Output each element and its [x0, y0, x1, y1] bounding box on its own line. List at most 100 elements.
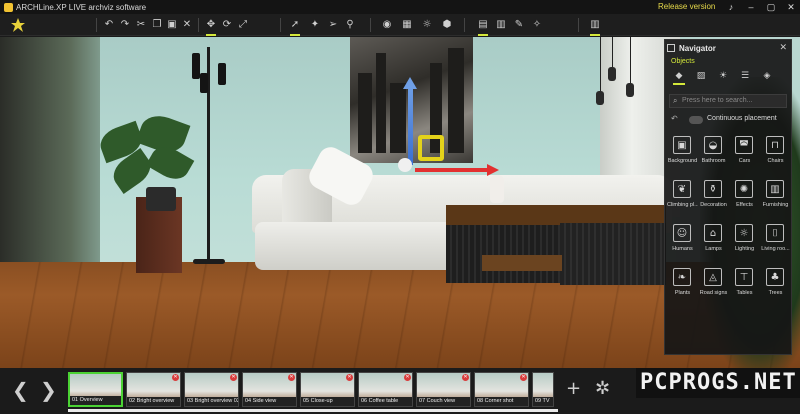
cube-icon[interactable]: ◆	[673, 70, 685, 85]
pin-icon[interactable]: ⚲	[343, 17, 357, 33]
gizmo-y-axis[interactable]	[408, 85, 413, 165]
category-cars[interactable]: ◚ Cars	[729, 132, 760, 176]
category-tables[interactable]: ⊤ Tables	[729, 264, 760, 308]
gizmo-x-arrow[interactable]	[487, 164, 499, 176]
category-label: Effects	[736, 202, 753, 208]
view-thumbnail[interactable]: ✕ 06 Coffee table	[358, 372, 413, 407]
category-lamps[interactable]: ⌂ Lamps	[698, 220, 729, 264]
material-icon[interactable]: ⬢	[440, 17, 454, 33]
category-road-signs[interactable]: ◬ Road signs	[698, 264, 729, 308]
bulb-icon[interactable]: ☀	[717, 70, 729, 82]
delete-view-icon[interactable]: ✕	[520, 374, 527, 381]
view-label: 08 Corner shot	[475, 397, 528, 406]
walk-icon[interactable]: ✦	[308, 17, 322, 33]
rotate-icon[interactable]: ⟳	[220, 17, 234, 33]
delete-view-icon[interactable]: ✕	[288, 374, 295, 381]
gizmo-center[interactable]	[398, 158, 412, 172]
lamp-icon: ⌂	[704, 224, 722, 242]
close-icon[interactable]: ✕	[782, 0, 800, 14]
view-label: 06 Coffee table	[359, 397, 412, 406]
undo-icon[interactable]: ↶	[102, 17, 116, 33]
copy-icon[interactable]: ❐	[150, 17, 164, 33]
search-placeholder: Press here to search...	[682, 97, 753, 104]
delete-icon[interactable]: ✕	[180, 17, 194, 33]
view-label: 03 Bright overview 02	[185, 397, 238, 406]
render-icon[interactable]: ▦	[400, 17, 414, 33]
continuous-placement-label: Continuous placement	[707, 115, 777, 122]
view-thumbnail[interactable]: ✕ 08 Corner shot	[474, 372, 529, 407]
scene-icon[interactable]: ▤	[476, 17, 490, 36]
scene-left-wall	[0, 37, 100, 277]
previous-view-arrow-icon[interactable]: ❮	[12, 378, 29, 402]
delete-view-icon[interactable]: ✕	[462, 374, 469, 381]
render-view-icon[interactable]: ✲	[595, 378, 610, 399]
bell-icon[interactable]: ♪	[722, 0, 740, 14]
view-thumbnail[interactable]: ✕ 07 Couch view	[416, 372, 471, 407]
category-trees[interactable]: ♣ Trees	[760, 264, 791, 308]
views-scrollbar[interactable]	[68, 409, 558, 412]
category-living-room[interactable]: ⌷ Living roo...	[760, 220, 791, 264]
view-label: 07 Couch view	[417, 397, 470, 406]
next-view-arrow-icon[interactable]: ❯	[40, 378, 57, 402]
view-thumbnail[interactable]: ✕ 03 Bright overview 02	[184, 372, 239, 407]
category-label: Lamps	[705, 246, 722, 252]
watermark-text: PCPROGS.NET	[636, 368, 800, 398]
category-decoration[interactable]: ⚱ Decoration	[698, 176, 729, 220]
coffee-table-top[interactable]	[446, 205, 666, 225]
camera-icon[interactable]: ◉	[380, 17, 394, 33]
list-icon[interactable]: ☰	[739, 70, 751, 82]
move-icon[interactable]: ✥	[204, 17, 218, 36]
redo-icon[interactable]: ↷	[118, 17, 132, 33]
chair-icon: ⊓	[766, 136, 784, 154]
navigator-search-input[interactable]: ⌕ Press here to search...	[669, 94, 787, 108]
paint-icon[interactable]: ✎	[512, 17, 526, 33]
view-thumbnail[interactable]: 01 Overview	[68, 372, 123, 407]
settings-icon[interactable]: ✧	[530, 17, 544, 33]
category-chairs[interactable]: ⊓ Chairs	[760, 132, 791, 176]
gizmo-y-arrow[interactable]	[403, 77, 417, 89]
category-background[interactable]: ▣ Background	[667, 132, 698, 176]
navigator-close-icon[interactable]: ✕	[779, 42, 787, 53]
delete-view-icon[interactable]: ✕	[172, 374, 179, 381]
painting-building	[448, 48, 464, 153]
paste-icon[interactable]: ▣	[165, 17, 179, 33]
delete-view-icon[interactable]: ✕	[230, 374, 237, 381]
cut-icon[interactable]: ✂	[134, 17, 148, 33]
category-bathroom[interactable]: ◒ Bathroom	[698, 132, 729, 176]
stack-icon[interactable]: ◈	[761, 70, 773, 82]
light-icon[interactable]: ☼	[420, 17, 434, 33]
delete-view-icon[interactable]: ✕	[404, 374, 411, 381]
layers-icon[interactable]: ▥	[494, 17, 508, 33]
delete-view-icon[interactable]: ✕	[346, 374, 353, 381]
category-plants[interactable]: ❧ Plants	[667, 264, 698, 308]
fly-icon[interactable]: ➢	[326, 17, 340, 33]
gizmo-x-axis[interactable]	[415, 168, 487, 172]
view-thumbnail[interactable]: ✕ 05 Close-up	[300, 372, 355, 407]
back-icon[interactable]: ↶	[671, 114, 678, 123]
view-thumbnail[interactable]: ✕ 02 Bright overview	[126, 372, 181, 407]
navigator-panel: Navigator ✕ Objects ◆ ▨ ☀ ☰ ◈ ⌕ Press he…	[664, 39, 792, 355]
minimize-icon[interactable]: –	[742, 0, 760, 14]
library-icon[interactable]: ▥	[588, 17, 602, 36]
continuous-placement-row: ↶ Continuous placement	[669, 114, 787, 126]
continuous-placement-toggle[interactable]	[689, 116, 703, 124]
category-climbing-plants[interactable]: ❦ Climbing pl...	[667, 176, 698, 220]
vase[interactable]	[490, 175, 504, 203]
select-icon[interactable]: ➚	[288, 17, 302, 36]
category-lighting[interactable]: ☼ Lighting	[729, 220, 760, 264]
view-thumbnail[interactable]: ✕ 04 Side view	[242, 372, 297, 407]
category-furnishing[interactable]: ▥ Furnishing	[760, 176, 791, 220]
archline-logo-icon[interactable]	[10, 17, 26, 33]
gizmo-plane-handle[interactable]	[418, 135, 444, 161]
category-label: Furnishing	[762, 202, 789, 208]
coffee-table-slats	[446, 225, 566, 283]
category-effects[interactable]: ✺ Effects	[729, 176, 760, 220]
add-view-icon[interactable]: +	[566, 378, 581, 399]
scale-icon[interactable]: ⤢	[236, 17, 250, 33]
pendant-bulb	[626, 83, 634, 97]
maximize-icon[interactable]: ▢	[762, 0, 780, 14]
search-icon: ⌕	[673, 96, 678, 105]
category-humans[interactable]: ☺ Humans	[667, 220, 698, 264]
view-thumbnail[interactable]: 09 TV	[532, 372, 554, 407]
hatch-icon[interactable]: ▨	[695, 70, 707, 82]
